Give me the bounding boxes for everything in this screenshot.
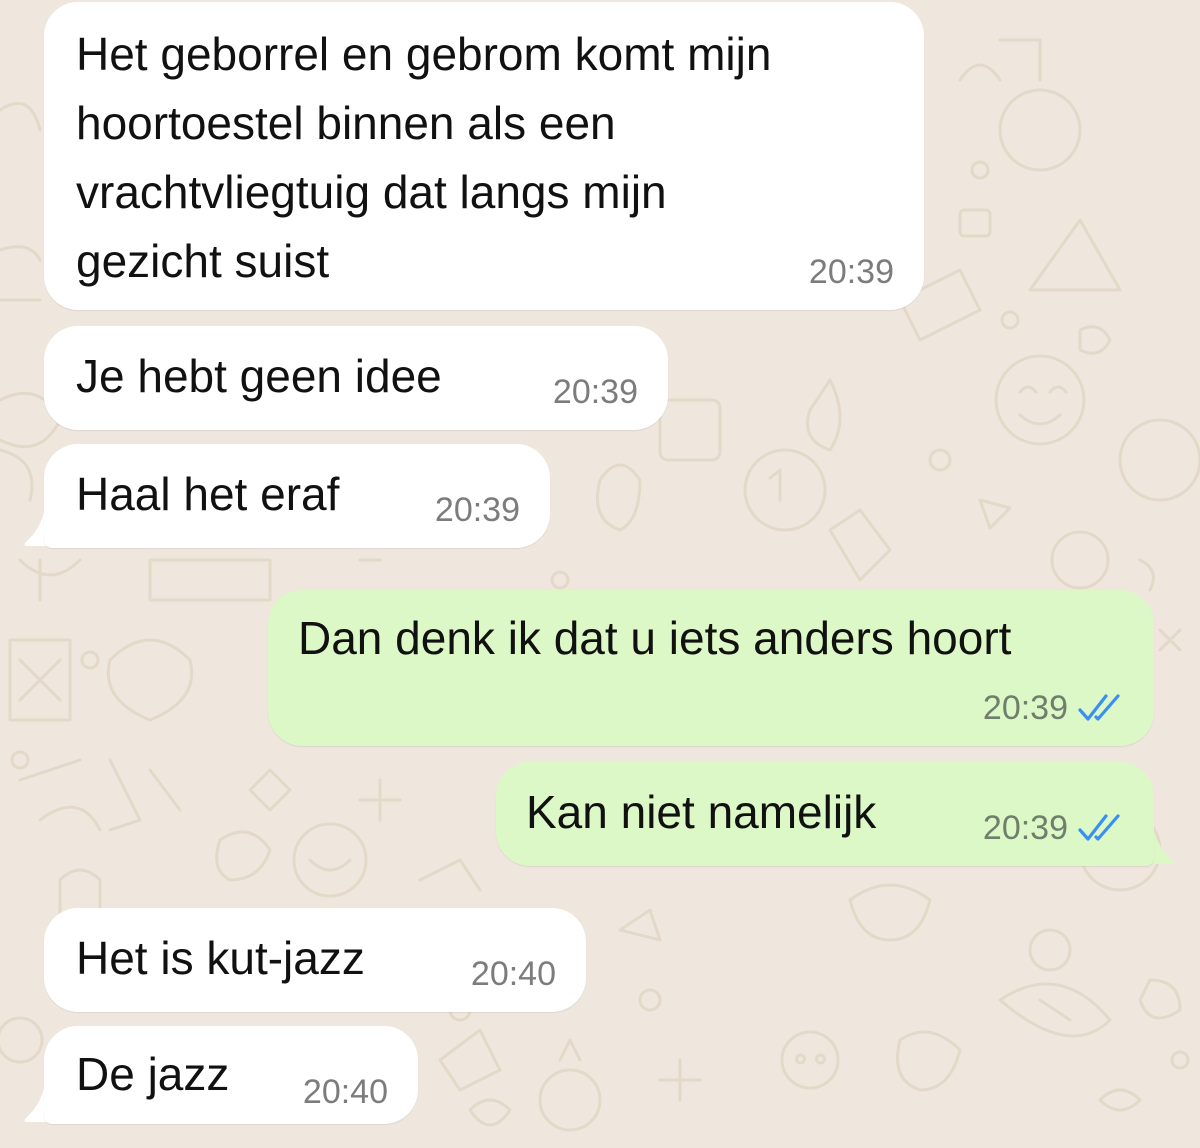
message-text: Dan denk ik dat u iets anders hoort [298, 612, 1012, 664]
message-bubble-incoming[interactable]: Het is kut-jazz 20:40 [44, 908, 586, 1012]
message-text: Haal het eraf [76, 468, 340, 520]
message-bubble-incoming[interactable]: Je hebt geen idee 20:39 [44, 326, 668, 430]
message-text: Je hebt geen idee [76, 350, 442, 402]
message-timestamp: 20:39 [982, 809, 1068, 847]
message-text: Het geborrel en gebrom komt mijn hoortoe… [76, 28, 772, 287]
message-status: 20:39 [983, 808, 1124, 848]
message-bubble-incoming[interactable]: De jazz 20:40 [44, 1026, 418, 1124]
message-bubble-outgoing[interactable]: Kan niet namelijk 20:39 [496, 762, 1154, 866]
message-timestamp: 20:39 [552, 373, 638, 411]
message-timestamp: 20:40 [302, 1073, 388, 1111]
double-check-read-icon [1078, 814, 1120, 841]
message-timestamp: 20:39 [808, 253, 894, 291]
message-timestamp: 20:39 [982, 689, 1068, 727]
message-bubble-incoming[interactable]: Het geborrel en gebrom komt mijn hoortoe… [44, 2, 924, 310]
message-timestamp: 20:40 [470, 955, 556, 993]
message-text: De jazz [76, 1048, 230, 1100]
message-status: 20:39 [983, 688, 1124, 728]
message-bubble-outgoing[interactable]: Dan denk ik dat u iets anders hoort 20:3… [268, 590, 1154, 746]
message-text: Het is kut-jazz [76, 932, 365, 984]
message-timestamp: 20:39 [434, 491, 520, 529]
double-check-read-icon [1078, 694, 1120, 721]
message-text: Kan niet namelijk [526, 786, 877, 838]
message-bubble-incoming[interactable]: Haal het eraf 20:39 [44, 444, 550, 548]
